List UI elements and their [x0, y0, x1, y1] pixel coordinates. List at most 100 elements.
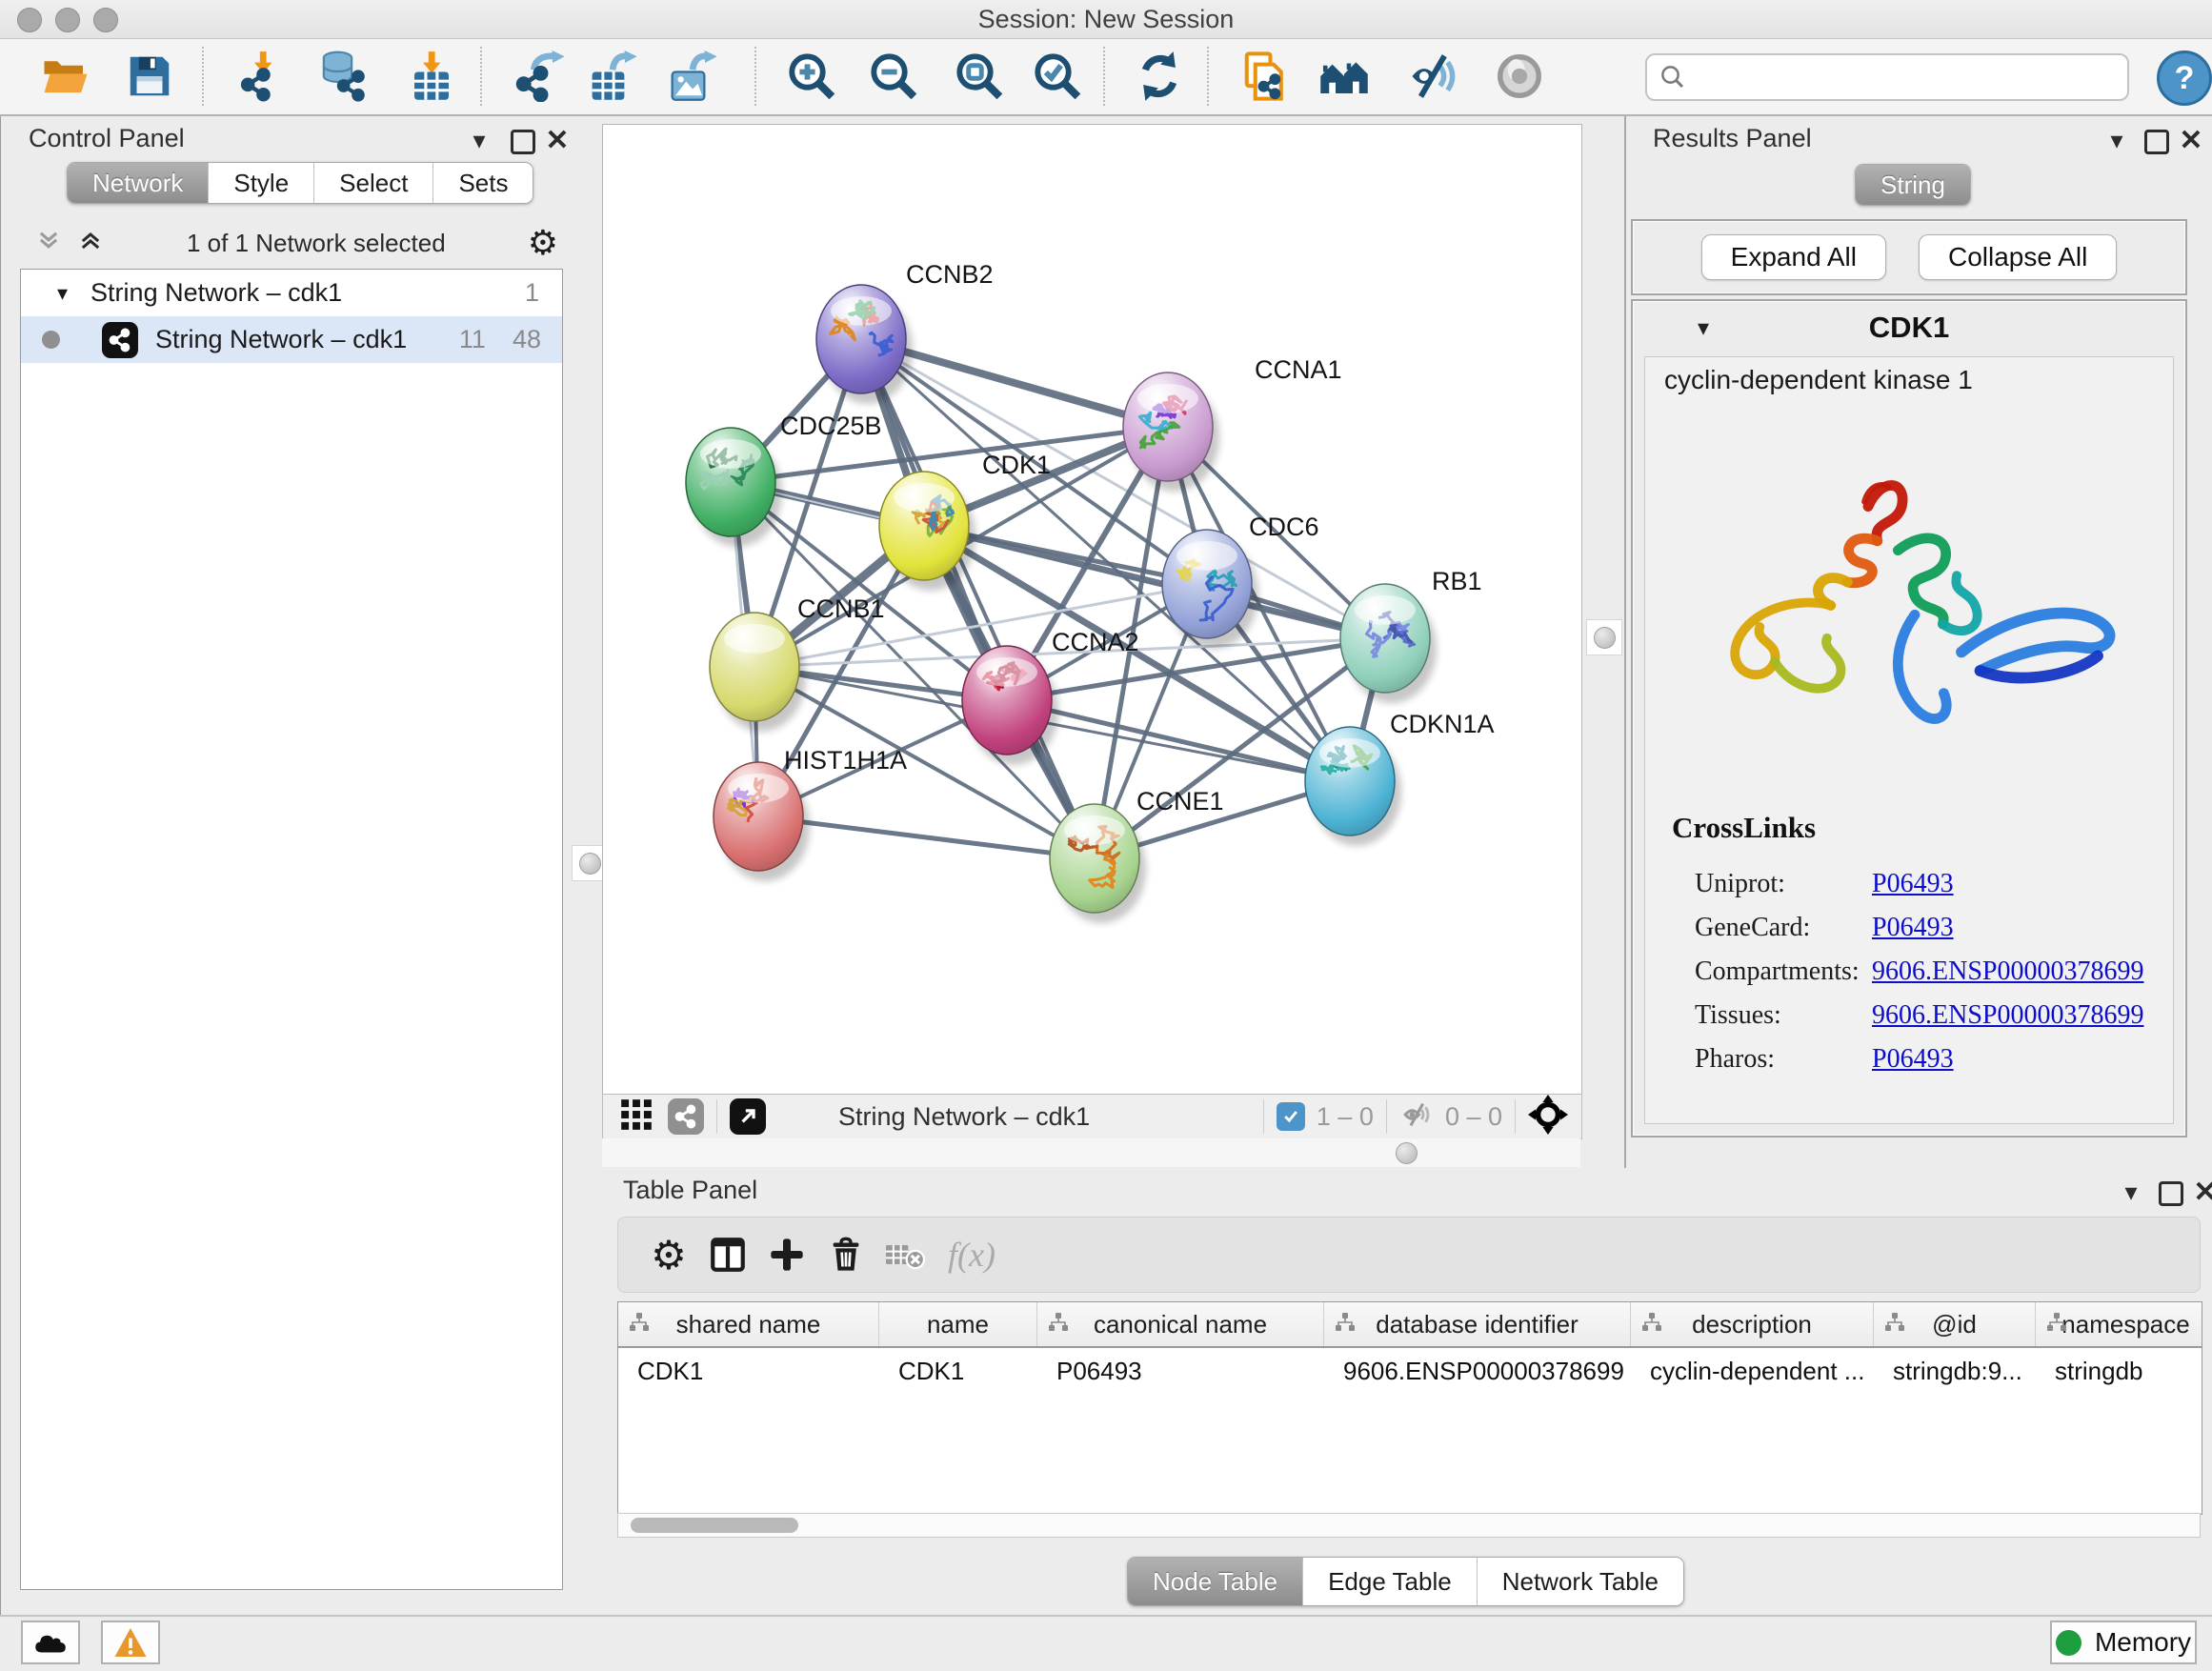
table-cell[interactable]: 9606.ENSP00000378699	[1324, 1348, 1631, 1394]
crosslink-link[interactable]: 9606.ENSP00000378699	[1872, 956, 2143, 987]
zoom-selected-icon[interactable]	[1030, 49, 1085, 104]
tab-style[interactable]: Style	[209, 163, 314, 203]
warnings-button[interactable]	[101, 1621, 160, 1664]
close-panel-icon[interactable]: ✕	[2189, 1176, 2212, 1208]
home-icon[interactable]	[1317, 49, 1372, 104]
expand-all-button[interactable]: Expand All	[1701, 234, 1886, 280]
tab-edge-table[interactable]: Edge Table	[1303, 1558, 1478, 1605]
network-node[interactable]	[879, 472, 975, 591]
share-view-icon[interactable]	[668, 1098, 704, 1135]
network-node[interactable]	[962, 646, 1058, 765]
float-panel-icon[interactable]: ▾	[463, 124, 495, 156]
network-node[interactable]	[1305, 727, 1401, 846]
maximize-panel-icon[interactable]	[2155, 1178, 2187, 1210]
network-edge[interactable]	[861, 339, 1095, 858]
network-node[interactable]	[1050, 804, 1146, 923]
crosslink-link[interactable]: P06493	[1872, 1044, 1954, 1075]
results-splitter-handle[interactable]	[1586, 619, 1622, 655]
network-edge[interactable]	[924, 526, 1385, 638]
open-session-icon[interactable]	[38, 49, 93, 104]
network-collection-row[interactable]: ▾ String Network – cdk1 1	[21, 270, 562, 316]
show-all-icon[interactable]	[1492, 49, 1547, 104]
network-node[interactable]	[1340, 584, 1437, 703]
column-header-shared-name[interactable]: shared name	[618, 1302, 879, 1346]
crosslink-link[interactable]: 9606.ENSP00000378699	[1872, 1000, 2143, 1031]
table-cell[interactable]: cyclin-dependent ...	[1631, 1348, 1874, 1394]
horizontal-splitter-handle[interactable]	[1396, 1142, 1418, 1164]
column-header-namespace[interactable]: namespace	[2036, 1302, 2202, 1346]
tab-network[interactable]: Network	[68, 163, 209, 203]
tree-expand-icon[interactable]: ▾	[57, 281, 68, 306]
network-canvas[interactable]: CCNB2CCNA1CDC25BCDK1CDC6RB1CCNB1CCNA2CDK…	[602, 124, 1582, 1096]
import-table-file-icon[interactable]	[404, 49, 459, 104]
import-network-database-icon[interactable]	[314, 49, 370, 104]
create-column-icon[interactable]	[757, 1230, 816, 1279]
table-cell[interactable]: stringdb:9...	[1874, 1348, 2036, 1394]
save-session-icon[interactable]	[122, 49, 177, 104]
section-collapse-icon[interactable]: ▾	[1698, 314, 1709, 342]
maximize-panel-icon[interactable]	[2141, 126, 2173, 158]
table-horizontal-scrollbar[interactable]	[617, 1513, 2201, 1538]
memory-button[interactable]: Memory	[2050, 1621, 2197, 1664]
network-row[interactable]: String Network – cdk1 11 48	[21, 316, 562, 363]
open-in-browser-icon[interactable]	[1238, 49, 1294, 104]
table-row[interactable]: CDK1CDK1P064939606.ENSP00000378699cyclin…	[618, 1348, 2202, 1394]
maximize-panel-icon[interactable]	[507, 126, 539, 158]
hide-selected-icon[interactable]	[1406, 49, 1461, 104]
float-panel-icon[interactable]: ▾	[2115, 1176, 2147, 1208]
export-image-icon[interactable]	[665, 49, 720, 104]
tab-select[interactable]: Select	[314, 163, 433, 203]
import-network-file-icon[interactable]	[235, 49, 291, 104]
network-graph[interactable]: CCNB2CCNA1CDC25BCDK1CDC6RB1CCNB1CCNA2CDK…	[603, 125, 1581, 1095]
collapse-all-icon[interactable]	[34, 228, 63, 259]
tab-string[interactable]: String	[1856, 165, 1970, 205]
float-panel-icon[interactable]: ▾	[2101, 124, 2133, 156]
tab-network-table[interactable]: Network Table	[1478, 1558, 1683, 1605]
delete-table-icon[interactable]	[875, 1230, 935, 1279]
crosslink-link[interactable]: P06493	[1872, 869, 1954, 899]
network-node[interactable]	[714, 762, 810, 881]
zoom-in-icon[interactable]	[784, 49, 839, 104]
tab-node-table[interactable]: Node Table	[1128, 1558, 1303, 1605]
column-header-database-identifier[interactable]: database identifier	[1324, 1302, 1631, 1346]
table-cell[interactable]: P06493	[1037, 1348, 1324, 1394]
apply-layout-icon[interactable]	[1132, 49, 1187, 104]
cloud-status-button[interactable]	[21, 1621, 80, 1664]
tab-sets[interactable]: Sets	[433, 163, 533, 203]
network-options-gear-icon[interactable]: ⚙	[528, 224, 558, 263]
network-node[interactable]	[710, 613, 806, 732]
gene-section-header[interactable]: ▾ CDK1	[1633, 301, 2185, 354]
grid-view-icon[interactable]	[618, 1097, 654, 1137]
crosslink-link[interactable]: P06493	[1872, 913, 1954, 943]
column-header-name[interactable]: name	[879, 1302, 1037, 1346]
search-input[interactable]	[1645, 53, 2129, 101]
close-panel-icon[interactable]: ✕	[541, 124, 573, 156]
table-options-gear-icon[interactable]: ⚙	[639, 1230, 698, 1279]
results-splitter[interactable]	[1582, 116, 1624, 1168]
function-builder-icon[interactable]: f(x)	[942, 1230, 1001, 1279]
scrollbar-thumb[interactable]	[631, 1518, 798, 1533]
column-header-description[interactable]: description	[1631, 1302, 1874, 1346]
export-network-icon[interactable]	[513, 49, 568, 104]
network-node[interactable]	[816, 285, 913, 404]
network-node[interactable]	[1162, 530, 1258, 649]
help-icon[interactable]: ?	[2157, 50, 2212, 106]
export-table-icon[interactable]	[585, 49, 640, 104]
expand-all-icon[interactable]	[76, 228, 105, 259]
detach-view-icon[interactable]	[730, 1098, 766, 1135]
column-header-canonical-name[interactable]: canonical name	[1037, 1302, 1324, 1346]
zoom-out-icon[interactable]	[866, 49, 921, 104]
hidden-eye-icon[interactable]	[1399, 1098, 1436, 1136]
delete-column-trash-icon[interactable]	[816, 1230, 875, 1279]
table-cell[interactable]: CDK1	[879, 1348, 1037, 1394]
selected-checkbox-icon[interactable]	[1277, 1102, 1305, 1131]
table-cell[interactable]: CDK1	[618, 1348, 879, 1394]
table-cell[interactable]: stringdb	[2036, 1348, 2202, 1394]
collapse-all-button[interactable]: Collapse All	[1919, 234, 2117, 280]
horizontal-splitter[interactable]	[602, 1138, 1580, 1167]
show-columns-icon[interactable]	[698, 1230, 757, 1279]
birdseye-navigator-icon[interactable]	[1528, 1095, 1568, 1139]
close-panel-icon[interactable]: ✕	[2175, 124, 2207, 156]
zoom-fit-icon[interactable]	[952, 49, 1007, 104]
column-header--id[interactable]: @id	[1874, 1302, 2036, 1346]
